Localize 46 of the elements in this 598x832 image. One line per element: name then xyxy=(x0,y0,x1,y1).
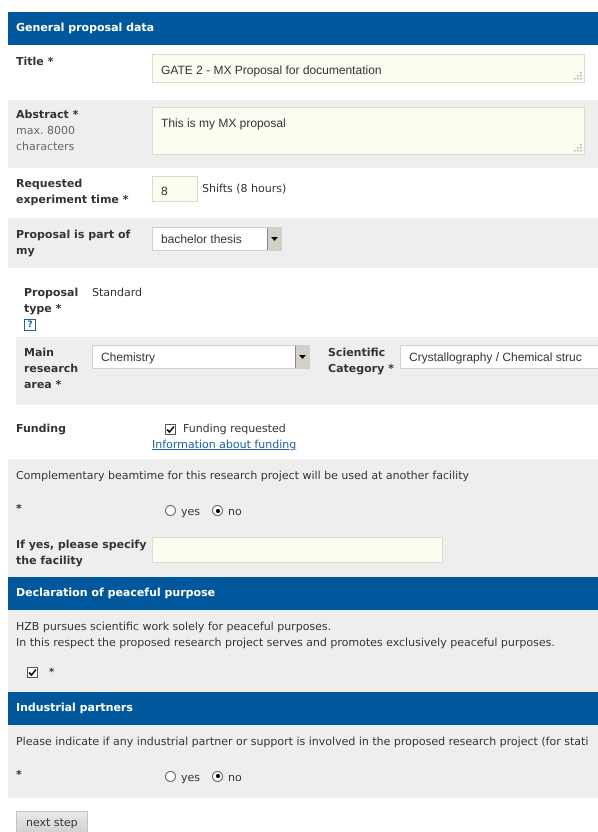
help-icon[interactable]: ? xyxy=(24,319,36,331)
funding-info-link[interactable]: Information about funding xyxy=(152,437,296,453)
field-label: Title * xyxy=(16,54,54,70)
radio-label: no xyxy=(228,504,242,520)
field-label: If yes, please specify the facility xyxy=(16,536,148,568)
dropdown[interactable]: bachelor thesis xyxy=(152,227,282,251)
title-input[interactable]: GATE 2 - MX Proposal for documentation xyxy=(152,54,585,83)
field-label: Funding xyxy=(16,421,67,437)
section-header: General proposal data xyxy=(8,12,598,45)
field-label: Requested experiment time * xyxy=(16,176,130,208)
hint-text: max. 8000 characters xyxy=(16,123,76,155)
radio-label: no xyxy=(228,770,242,786)
next-step-button[interactable]: next step xyxy=(16,810,88,832)
checkbox[interactable] xyxy=(165,424,176,434)
radio-button[interactable] xyxy=(165,770,176,782)
description-text: HZB pursues scientific work solely for peaceful purposes. In this respect the proposed research project serves and promotes exclusively peaceful purposes. xyxy=(16,618,555,650)
radio-label: yes xyxy=(181,504,200,520)
dropdown[interactable]: Chemistry xyxy=(92,345,310,369)
resize-grip-icon[interactable] xyxy=(574,144,582,152)
unit-text: Shifts (8 hours) xyxy=(202,181,286,197)
radio-button[interactable] xyxy=(212,505,224,516)
description-text: Please indicate if any industrial partner or support is involved in the proposed research project (for stati xyxy=(16,734,588,750)
checkbox-label: Funding requested xyxy=(183,421,286,437)
field-label: Proposal is part of my xyxy=(16,227,132,259)
field-label: Main research area * xyxy=(24,345,80,393)
radio-label: yes xyxy=(181,770,200,786)
proposal-type-value: Standard xyxy=(92,285,142,301)
section-header: Declaration of peaceful purpose xyxy=(8,576,598,610)
field-label: * xyxy=(16,501,23,517)
field-label: * xyxy=(16,766,23,782)
field-label: Scientific Category * xyxy=(328,345,395,377)
resize-grip-icon[interactable] xyxy=(574,72,582,80)
dropdown-arrow-icon xyxy=(271,237,278,241)
description-text: Complementary beamtime for this research project will be used at another facility xyxy=(16,468,470,484)
checkbox[interactable] xyxy=(27,666,38,678)
field-label: Abstract * xyxy=(16,107,80,123)
abstract-textarea[interactable]: This is my MX proposal xyxy=(152,107,585,155)
number-input[interactable]: 8 xyxy=(152,176,198,202)
facility-input[interactable] xyxy=(152,536,443,562)
dropdown-arrow-icon xyxy=(299,355,306,359)
field-label: Proposal type * xyxy=(24,285,80,317)
section-header: Industrial partners xyxy=(8,692,598,724)
radio-button[interactable] xyxy=(165,505,176,516)
required-mark: * xyxy=(49,666,54,680)
radio-button[interactable] xyxy=(212,770,224,782)
dropdown[interactable]: Crystallography / Chemical struc xyxy=(400,345,598,369)
